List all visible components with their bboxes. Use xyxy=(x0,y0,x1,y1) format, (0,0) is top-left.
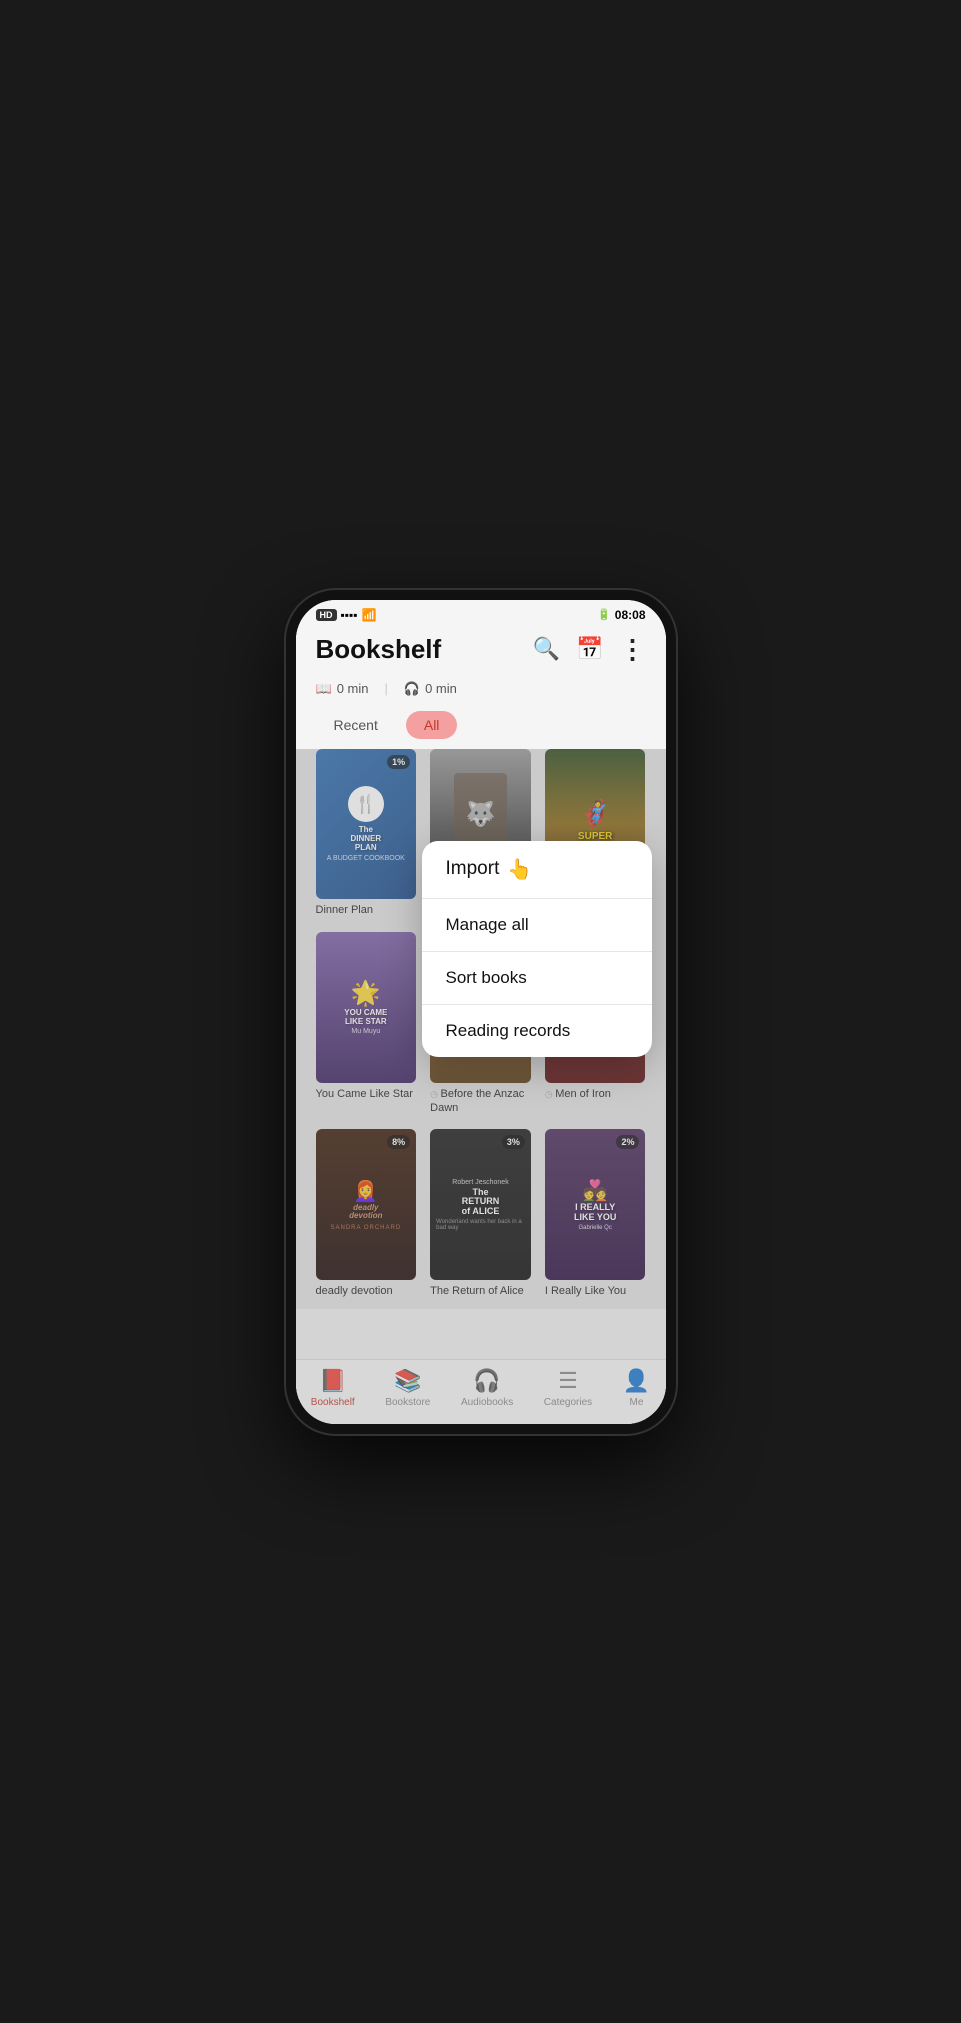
time-display: 08:08 xyxy=(615,608,646,622)
dropdown-menu: Import 👆 Manage all Sort books Reading r… xyxy=(422,841,652,1057)
header-icons: 🔍 📅 ⋮ xyxy=(533,634,646,665)
stats-bar: 📖 0 min | 🎧 0 min xyxy=(296,675,666,707)
tab-all[interactable]: All xyxy=(406,711,458,739)
hd-badge: HD xyxy=(316,609,337,621)
filter-tabs: Recent All xyxy=(296,707,666,749)
read-time-value: 0 min xyxy=(337,681,369,696)
headphones-icon: 🎧 xyxy=(404,681,420,697)
battery-icon: 🔋 xyxy=(597,608,611,621)
header: Bookshelf 🔍 📅 ⋮ xyxy=(296,626,666,675)
calendar-button[interactable]: 📅 xyxy=(576,636,603,662)
listen-time-value: 0 min xyxy=(425,681,457,696)
more-menu-button[interactable]: ⋮ xyxy=(620,634,646,665)
import-label: Import xyxy=(446,858,500,880)
status-left: HD ▪▪▪▪ 📶 xyxy=(316,608,377,622)
sort-books-label: Sort books xyxy=(446,968,527,987)
wifi-icon: 📶 xyxy=(362,608,377,622)
tab-recent[interactable]: Recent xyxy=(316,711,396,739)
menu-item-manage-all[interactable]: Manage all xyxy=(422,899,652,952)
menu-item-reading-records[interactable]: Reading records xyxy=(422,1005,652,1057)
phone-frame: HD ▪▪▪▪ 📶 🔋 08:08 Bookshelf 🔍 📅 ⋮ xyxy=(286,590,676,1434)
phone-screen: HD ▪▪▪▪ 📶 🔋 08:08 Bookshelf 🔍 📅 ⋮ xyxy=(296,600,666,1424)
reading-records-label: Reading records xyxy=(446,1021,571,1040)
cursor-icon: 👆 xyxy=(507,857,532,882)
read-time-stat: 📖 0 min xyxy=(316,681,369,697)
search-button[interactable]: 🔍 xyxy=(533,636,560,662)
page-title: Bookshelf xyxy=(316,634,442,665)
menu-item-sort-books[interactable]: Sort books xyxy=(422,952,652,1005)
signal-icon: ▪▪▪▪ xyxy=(341,608,358,622)
status-bar: HD ▪▪▪▪ 📶 🔋 08:08 xyxy=(296,600,666,626)
listen-time-stat: 🎧 0 min xyxy=(404,681,457,697)
read-icon: 📖 xyxy=(316,681,332,697)
manage-all-label: Manage all xyxy=(446,915,529,934)
stats-divider: | xyxy=(384,681,387,696)
menu-item-import[interactable]: Import 👆 xyxy=(422,841,652,899)
content-wrapper: HD ▪▪▪▪ 📶 🔋 08:08 Bookshelf 🔍 📅 ⋮ xyxy=(296,600,666,1424)
scrollable-content: 1% 🍴 TheDINNERPLAN A BUDGET COOKBOOK Din… xyxy=(296,749,666,1424)
status-right: 🔋 08:08 xyxy=(597,608,645,622)
